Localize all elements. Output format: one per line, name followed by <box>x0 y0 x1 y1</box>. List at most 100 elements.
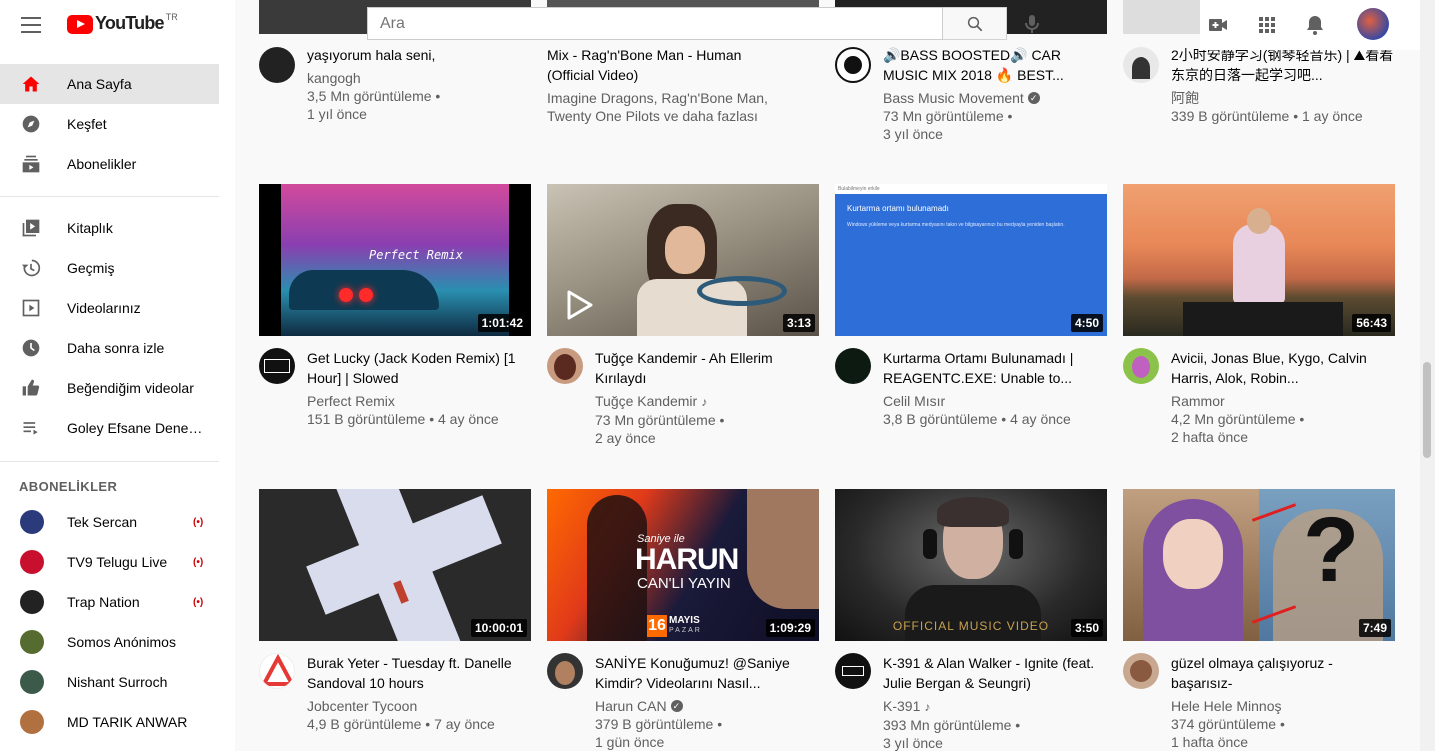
sidebar-sub-trap-nation[interactable]: Trap Nation (•) <box>0 582 219 622</box>
notifications-bell-icon[interactable] <box>1303 13 1327 37</box>
video-duration: 7:49 <box>1358 619 1391 637</box>
video-thumbnail[interactable]: ? 7:49 <box>1123 489 1395 641</box>
channel-name[interactable]: Bass Music Movement <box>883 89 1107 107</box>
video-title[interactable]: SANİYE Konuğumuz! @Saniye Kimdir? Videol… <box>595 653 819 693</box>
video-title[interactable]: Avicii, Jonas Blue, Kygo, Calvin Harris,… <box>1171 348 1395 388</box>
video-title[interactable]: Tuğçe Kandemir - Ah Ellerim Kırılaydı <box>595 348 819 388</box>
video-title[interactable]: 2小时安静学习(钢琴轻音乐) | ⛰看着东京的日落一起学习吧... <box>1171 45 1395 85</box>
video-title[interactable]: Get Lucky (Jack Koden Remix) [1 Hour] | … <box>307 348 531 388</box>
live-icon: (•) <box>193 596 204 608</box>
sidebar-item-library[interactable]: Kitaplık <box>0 208 219 248</box>
video-age: 3 yıl önce <box>883 126 943 142</box>
thumbnail-small-heading: Bulabilmeyin erkile <box>838 186 880 192</box>
channel-avatar[interactable] <box>547 348 583 384</box>
channel-name[interactable]: 阿飽 <box>1171 89 1395 107</box>
channel-name[interactable]: Rammor <box>1171 392 1395 410</box>
video-title[interactable]: Kurtarma Ortamı Bulunamadı | REAGENTC.EX… <box>883 348 1107 388</box>
video-thumbnail[interactable]: 3:13 <box>547 184 819 336</box>
video-age: 1 hafta önce <box>1171 734 1249 750</box>
channel-avatar[interactable] <box>259 47 295 83</box>
thumbnail-caption: Kurtarma ortamı bulunamadı <box>847 204 949 213</box>
watch-later-icon <box>21 338 41 358</box>
channel-avatar[interactable] <box>1123 348 1159 384</box>
channel-name-text: Tuğçe Kandemir <box>595 393 698 409</box>
subscriptions-icon <box>21 154 41 174</box>
channel-name[interactable]: Tuğçe Kandemir ♪ <box>595 392 819 411</box>
video-duration: 4:50 <box>1070 314 1103 332</box>
video-duration: 3:13 <box>782 314 815 332</box>
video-thumbnail[interactable]: 10:00:01 <box>259 489 531 641</box>
channel-avatar[interactable] <box>259 348 295 384</box>
sidebar-item-watch-later[interactable]: Daha sonra izle <box>0 328 219 368</box>
play-icon[interactable] <box>561 288 595 322</box>
video-card[interactable]: Saniye ile HARUN CAN'LI YAYIN 16 MAYIS P… <box>547 489 819 750</box>
search-button[interactable] <box>943 7 1007 40</box>
youtube-logo[interactable]: YouTube TR <box>67 12 178 37</box>
video-meta: Mix - Rag'n'Bone Man - Human (Official V… <box>547 45 771 125</box>
video-thumbnail[interactable]: Saniye ile HARUN CAN'LI YAYIN 16 MAYIS P… <box>547 489 819 641</box>
video-meta: Avicii, Jonas Blue, Kygo, Calvin Harris,… <box>1171 348 1395 446</box>
video-title[interactable]: Burak Yeter - Tuesday ft. Danelle Sandov… <box>307 653 531 693</box>
sidebar-item-home[interactable]: Ana Sayfa <box>0 64 219 104</box>
video-meta: 🔊BASS BOOSTED🔊 CAR MUSIC MIX 2018 🔥 BEST… <box>883 45 1107 143</box>
channel-avatar[interactable] <box>1123 47 1159 83</box>
sidebar-sub-nishant[interactable]: Nishant Surroch <box>0 662 219 702</box>
channel-name[interactable]: Jobcenter Tycoon <box>307 697 531 715</box>
sidebar-item-your-videos[interactable]: Videolarınız <box>0 288 219 328</box>
video-card[interactable]: 10:00:01 Burak Yeter - Tuesday ft. Danel… <box>259 489 531 732</box>
sidebar-item-playlist[interactable]: Goley Efsane Denemeleri <box>0 408 219 448</box>
thumbnail-caption-sub: CAN'LI YAYIN <box>637 575 731 592</box>
channel-name[interactable]: Harun CAN <box>595 697 819 715</box>
video-card[interactable]: ? 7:49 güzel olmaya çalışıyoruz - başarı… <box>1123 489 1395 750</box>
video-age: 1 yıl önce <box>307 106 367 122</box>
sidebar-item-history[interactable]: Geçmiş <box>0 248 219 288</box>
verified-icon <box>670 697 683 715</box>
page-scrollbar[interactable] <box>1420 0 1435 751</box>
sidebar-item-explore[interactable]: Keşfet <box>0 104 219 144</box>
video-card[interactable]: OFFICIAL MUSIC VIDEO 3:50 K-391 & Alan W… <box>835 489 1107 751</box>
channel-avatar[interactable] <box>835 653 871 689</box>
channel-name[interactable]: Hele Hele Minnoş <box>1171 697 1395 715</box>
video-thumbnail[interactable]: OFFICIAL MUSIC VIDEO 3:50 <box>835 489 1107 641</box>
video-stats: 73 Mn görüntüleme • <box>595 412 725 428</box>
channel-avatar[interactable] <box>259 653 295 689</box>
create-video-icon[interactable] <box>1206 13 1230 37</box>
video-card[interactable]: Bulabilmeyin erkile Kurtarma ortamı bulu… <box>835 184 1107 427</box>
menu-icon[interactable] <box>18 12 44 38</box>
sidebar-sub-tv9[interactable]: TV9 Telugu Live (•) <box>0 542 219 582</box>
scrollbar-thumb[interactable] <box>1423 362 1431 458</box>
video-thumbnail[interactable]: Bulabilmeyin erkile Kurtarma ortamı bulu… <box>835 184 1107 336</box>
sidebar-sub-md-tarik[interactable]: MD TARIK ANWAR <box>0 702 219 742</box>
channel-name[interactable]: Celil Mısır <box>883 392 1107 410</box>
video-title[interactable]: Mix - Rag'n'Bone Man - Human (Official V… <box>547 45 771 85</box>
channel-avatar[interactable] <box>1123 653 1159 689</box>
channel-name[interactable]: Perfect Remix <box>307 392 531 410</box>
video-card[interactable]: 3:13 Tuğçe Kandemir - Ah Ellerim Kırılay… <box>547 184 819 446</box>
channel-avatar[interactable] <box>835 348 871 384</box>
video-title[interactable]: K-391 & Alan Walker - Ignite (feat. Juli… <box>883 653 1107 693</box>
channel-name[interactable]: Imagine Dragons, Rag'n'Bone Man, <box>547 89 771 107</box>
apps-grid-icon[interactable] <box>1255 13 1279 37</box>
channel-name[interactable]: K-391 ♪ <box>883 697 1107 716</box>
channel-avatar[interactable] <box>835 47 871 83</box>
video-card[interactable]: 56:43 Avicii, Jonas Blue, Kygo, Calvin H… <box>1123 184 1395 445</box>
sidebar-sub-somos[interactable]: Somos Anónimos <box>0 622 219 662</box>
sidebar-item-subscriptions[interactable]: Abonelikler <box>0 144 219 184</box>
video-title[interactable]: 🔊BASS BOOSTED🔊 CAR MUSIC MIX 2018 🔥 BEST… <box>883 45 1107 85</box>
video-thumbnail[interactable]: 56:43 <box>1123 184 1395 336</box>
sidebar-item-label: Nishant Surroch <box>67 674 168 690</box>
date-badge-month: MAYIS <box>669 615 700 626</box>
search-input[interactable] <box>367 7 943 40</box>
channel-name[interactable]: kangogh <box>307 69 531 87</box>
video-duration: 56:43 <box>1352 314 1391 332</box>
video-thumbnail[interactable]: Perfect Remix 1:01:42 <box>259 184 531 336</box>
account-avatar[interactable] <box>1357 8 1389 40</box>
video-title[interactable]: güzel olmaya çalışıyoruz - başarısız- <box>1171 653 1395 693</box>
sidebar-item-liked-videos[interactable]: Beğendiğim videolar <box>0 368 219 408</box>
video-stats: 151 B görüntüleme • 4 ay önce <box>307 411 499 427</box>
microphone-icon[interactable] <box>1020 12 1044 36</box>
sidebar-sub-tek-sercan[interactable]: Tek Sercan (•) <box>0 502 219 542</box>
channel-avatar[interactable] <box>547 653 583 689</box>
video-card[interactable]: Perfect Remix 1:01:42 Get Lucky (Jack Ko… <box>259 184 531 427</box>
channel-name-text: Harun CAN <box>595 698 667 714</box>
